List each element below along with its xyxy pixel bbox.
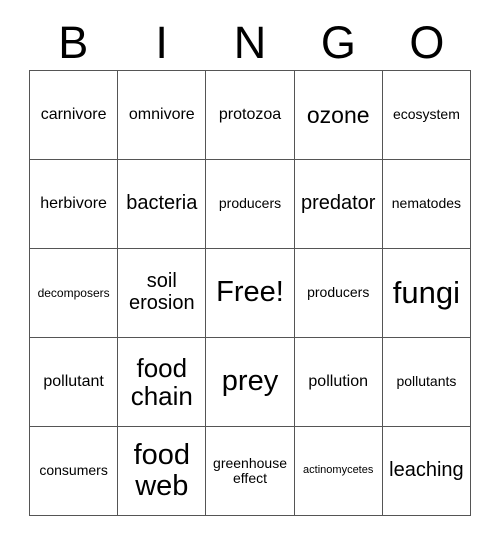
bingo-cell[interactable]: pollution bbox=[294, 338, 383, 427]
bingo-cell-label: decomposers bbox=[37, 285, 110, 300]
bingo-header-letter-i: I bbox=[155, 16, 168, 68]
bingo-cell[interactable]: food web bbox=[118, 427, 207, 516]
bingo-row: carnivore omnivore protozoa ozone ecosys… bbox=[30, 71, 472, 160]
bingo-cell[interactable]: fungi bbox=[382, 249, 472, 338]
bingo-cell[interactable]: protozoa bbox=[206, 71, 295, 160]
bingo-header-letter-g: G bbox=[320, 16, 356, 68]
bingo-cell-label: prey bbox=[221, 365, 279, 398]
bingo-cell-label: ecosystem bbox=[392, 106, 460, 123]
bingo-cell[interactable]: prey bbox=[206, 338, 295, 427]
bingo-cell-label: producers bbox=[218, 195, 282, 212]
bingo-cell[interactable]: decomposers bbox=[30, 249, 119, 338]
bingo-cell[interactable]: ozone bbox=[294, 71, 383, 160]
bingo-cell[interactable]: ecosystem bbox=[382, 71, 472, 160]
bingo-cell-label: consumers bbox=[39, 462, 108, 479]
bingo-cell[interactable]: producers bbox=[206, 160, 295, 249]
bingo-cell-label: leaching bbox=[389, 459, 464, 482]
bingo-cell[interactable]: consumers bbox=[30, 427, 119, 516]
bingo-cell[interactable]: actinomycetes bbox=[294, 427, 383, 516]
bingo-header-letter-b: B bbox=[58, 16, 89, 68]
bingo-row: decomposers soil erosion Free! producers… bbox=[30, 249, 472, 338]
bingo-cell[interactable]: bacteria bbox=[118, 160, 207, 249]
bingo-cell-label: protozoa bbox=[218, 106, 282, 124]
bingo-cell-label: actinomycetes bbox=[303, 464, 374, 477]
bingo-cell-label: nematodes bbox=[391, 195, 462, 212]
bingo-header-letter-n: N bbox=[233, 16, 267, 68]
bingo-cell-label: pollution bbox=[308, 373, 369, 391]
bingo-cell-label: bacteria bbox=[126, 192, 198, 215]
bingo-cell-label: food web bbox=[133, 438, 191, 502]
bingo-cell[interactable]: leaching bbox=[382, 427, 472, 516]
bingo-cell-label: pollutant bbox=[43, 373, 104, 391]
bingo-cell[interactable]: carnivore bbox=[30, 71, 119, 160]
bingo-card: B I N G O carnivore omnivore protozoa oz… bbox=[29, 14, 472, 516]
bingo-cell[interactable]: nematodes bbox=[382, 160, 472, 249]
bingo-header-letter-o: O bbox=[409, 16, 445, 68]
bingo-cell-free-space[interactable]: Free! bbox=[206, 249, 295, 338]
bingo-row: consumers food web greenhouse effect act… bbox=[30, 427, 472, 516]
bingo-cell-label: greenhouse effect bbox=[213, 454, 287, 486]
bingo-cell-label: omnivore bbox=[128, 106, 195, 124]
bingo-cell-label: producers bbox=[307, 284, 370, 301]
bingo-grid: carnivore omnivore protozoa ozone ecosys… bbox=[29, 70, 472, 516]
bingo-cell[interactable]: greenhouse effect bbox=[206, 427, 295, 516]
bingo-cell-label: Free! bbox=[216, 276, 284, 309]
bingo-cell-label: ozone bbox=[306, 101, 370, 128]
bingo-cell-label: pollutants bbox=[396, 373, 457, 390]
bingo-cell-label: soil erosion bbox=[129, 270, 195, 314]
bingo-row: pollutant food chain prey pollution poll… bbox=[30, 338, 472, 427]
bingo-cell-label: predator bbox=[300, 192, 376, 215]
bingo-header-row: B I N G O bbox=[29, 14, 471, 70]
bingo-cell[interactable]: omnivore bbox=[118, 71, 207, 160]
bingo-cell[interactable]: food chain bbox=[118, 338, 207, 427]
bingo-cell-label: carnivore bbox=[40, 106, 107, 124]
bingo-cell-label: food chain bbox=[130, 352, 193, 411]
bingo-cell[interactable]: pollutant bbox=[30, 338, 119, 427]
bingo-cell[interactable]: predator bbox=[294, 160, 383, 249]
bingo-cell[interactable]: producers bbox=[294, 249, 383, 338]
bingo-row: herbivore bacteria producers predator ne… bbox=[30, 160, 472, 249]
bingo-cell[interactable]: soil erosion bbox=[118, 249, 207, 338]
bingo-cell-label: herbivore bbox=[40, 195, 107, 213]
bingo-cell-label: fungi bbox=[392, 275, 461, 311]
bingo-cell[interactable]: herbivore bbox=[30, 160, 119, 249]
bingo-cell[interactable]: pollutants bbox=[382, 338, 472, 427]
